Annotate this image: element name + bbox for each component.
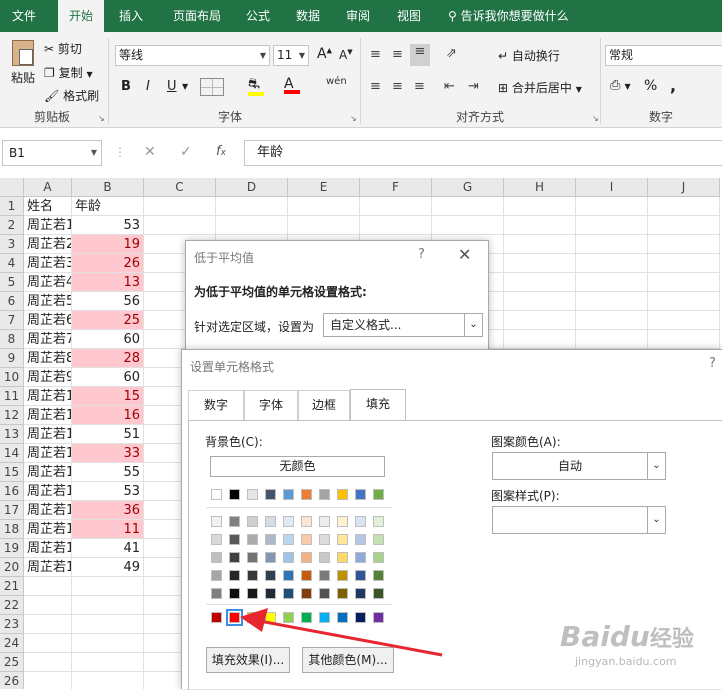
watermark-brand-cn: 经验 bbox=[649, 627, 694, 652]
arrow-head bbox=[240, 608, 268, 632]
watermark-url: jingyan.baidu.com bbox=[575, 655, 677, 668]
annotation-arrow bbox=[240, 608, 443, 657]
arrow-shaft bbox=[253, 618, 443, 657]
tab-fill[interactable]: 填充 bbox=[350, 389, 406, 420]
watermark-brand: Baidu bbox=[560, 620, 650, 653]
watermark: Baidu经验 bbox=[560, 620, 694, 653]
